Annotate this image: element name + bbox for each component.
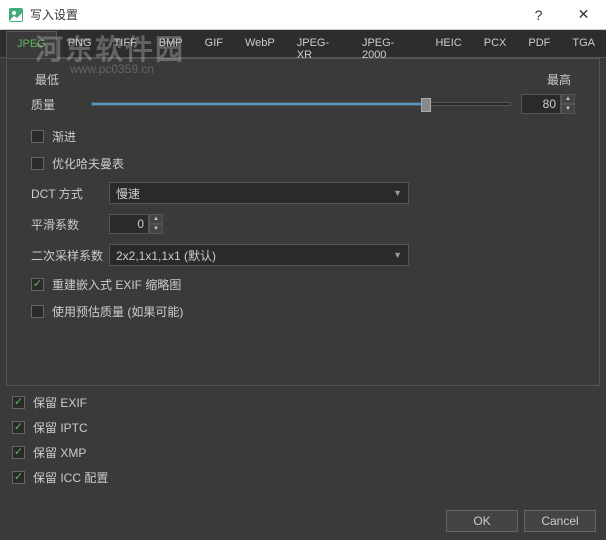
quality-label: 质量 [31,96,81,113]
tab-tiff[interactable]: TIFF [103,30,148,57]
subsampling-value: 2x2,1x1,1x1 (默认) [116,247,216,264]
quality-row: 质量 ▲ ▼ [31,94,575,114]
use-estimated-row: 使用预估质量 (如果可能) [31,303,575,320]
keep-iptc-row: 保留 IPTC [12,419,594,436]
smoothing-row: 平滑系数 ▲ ▼ [31,214,575,234]
smoothing-spin-down[interactable]: ▼ [149,224,163,234]
keep-icc-checkbox[interactable] [12,471,25,484]
quality-spin-down[interactable]: ▼ [561,104,575,114]
chevron-down-icon: ▼ [393,250,402,260]
optimize-huffman-row: 优化哈夫曼表 [31,155,575,172]
keep-xmp-checkbox[interactable] [12,446,25,459]
tab-pdf[interactable]: PDF [517,30,561,57]
optimize-huffman-checkbox[interactable] [31,157,44,170]
subsampling-dropdown[interactable]: 2x2,1x1,1x1 (默认) ▼ [109,244,409,266]
quality-range-labels: 最低 最高 [31,71,575,88]
smoothing-spinbox: ▲ ▼ [109,214,163,234]
tab-jpeg[interactable]: JPEG [6,31,57,58]
dct-value: 慢速 [116,185,140,202]
titlebar: 写入设置 ? ✕ [0,0,606,30]
help-button[interactable]: ? [516,0,561,29]
close-button[interactable]: ✕ [561,0,606,29]
tab-png[interactable]: PNG [57,30,103,57]
use-estimated-label: 使用预估质量 (如果可能) [52,303,183,320]
tab-tga[interactable]: TGA [561,30,606,57]
dct-dropdown[interactable]: 慢速 ▼ [109,182,409,204]
cancel-button[interactable]: Cancel [524,510,596,532]
quality-spin-up[interactable]: ▲ [561,94,575,104]
tab-heic[interactable]: HEIC [424,30,472,57]
metadata-checks: 保留 EXIF 保留 IPTC 保留 XMP 保留 ICC 配置 [0,386,606,502]
keep-xmp-label: 保留 XMP [33,444,86,461]
progressive-row: 渐进 [31,128,575,145]
tabs: JPEG PNG TIFF BMP GIF WebP JPEG-XR JPEG-… [0,30,606,58]
footer: OK Cancel [0,502,606,540]
keep-iptc-checkbox[interactable] [12,421,25,434]
dct-row: DCT 方式 慢速 ▼ [31,182,575,204]
smoothing-input[interactable] [109,214,149,234]
rebuild-exif-row: 重建嵌入式 EXIF 缩略图 [31,276,575,293]
keep-exif-label: 保留 EXIF [33,394,87,411]
smoothing-label: 平滑系数 [31,216,109,233]
keep-xmp-row: 保留 XMP [12,444,594,461]
quality-min-label: 最低 [35,71,59,88]
jpeg-panel: 最低 最高 质量 ▲ ▼ 渐进 优化哈夫曼表 [6,58,600,386]
use-estimated-checkbox[interactable] [31,305,44,318]
dct-label: DCT 方式 [31,185,109,202]
tab-pcx[interactable]: PCX [473,30,518,57]
optimize-huffman-label: 优化哈夫曼表 [52,155,124,172]
rebuild-exif-checkbox[interactable] [31,278,44,291]
progressive-label: 渐进 [52,128,76,145]
content: JPEG PNG TIFF BMP GIF WebP JPEG-XR JPEG-… [0,30,606,540]
tab-jpegxr[interactable]: JPEG-XR [286,30,351,57]
quality-slider-thumb[interactable] [421,98,431,112]
tab-webp[interactable]: WebP [234,30,286,57]
subsampling-label: 二次采样系数 [31,247,109,264]
quality-input[interactable] [521,94,561,114]
quality-slider-fill [92,103,426,105]
progressive-checkbox[interactable] [31,130,44,143]
keep-exif-checkbox[interactable] [12,396,25,409]
chevron-down-icon: ▼ [393,188,402,198]
keep-icc-label: 保留 ICC 配置 [33,469,108,486]
keep-icc-row: 保留 ICC 配置 [12,469,594,486]
rebuild-exif-label: 重建嵌入式 EXIF 缩略图 [52,276,181,293]
ok-button[interactable]: OK [446,510,518,532]
app-icon [8,7,24,23]
quality-max-label: 最高 [547,71,571,88]
tab-bmp[interactable]: BMP [148,30,194,57]
quality-spinbox: ▲ ▼ [521,94,575,114]
window-title: 写入设置 [30,6,516,23]
tab-gif[interactable]: GIF [194,30,234,57]
keep-exif-row: 保留 EXIF [12,394,594,411]
subsampling-row: 二次采样系数 2x2,1x1,1x1 (默认) ▼ [31,244,575,266]
tab-jpeg2000[interactable]: JPEG-2000 [351,30,425,57]
smoothing-spin-up[interactable]: ▲ [149,214,163,224]
quality-slider[interactable] [91,102,511,106]
keep-iptc-label: 保留 IPTC [33,419,88,436]
